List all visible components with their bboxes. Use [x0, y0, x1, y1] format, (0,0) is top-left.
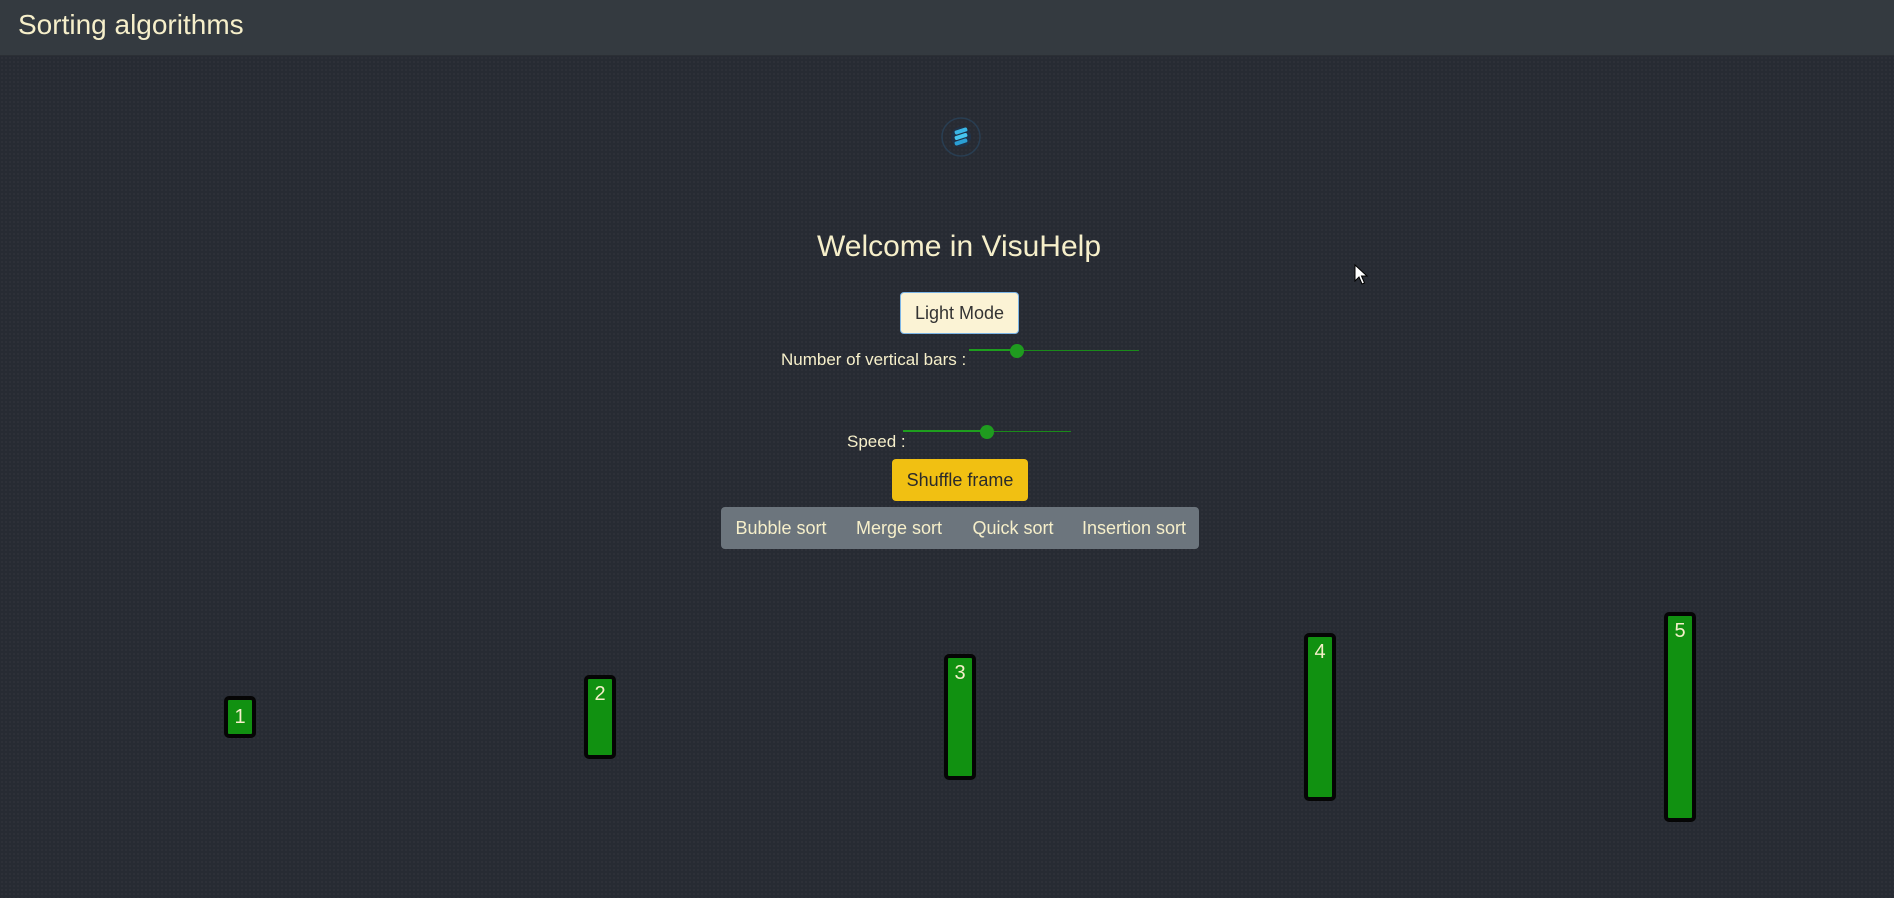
light-mode-button[interactable]: Light Mode: [900, 292, 1019, 334]
speed-label: Speed :: [847, 432, 906, 451]
app-logo-icon: [941, 117, 981, 157]
sort-bar: 1: [224, 696, 256, 738]
bars-count-label: Number of vertical bars :: [781, 350, 967, 369]
sort-bar: 3: [944, 654, 976, 780]
algorithm-button-group: Bubble sort Merge sort Quick sort Insert…: [721, 507, 1199, 549]
slider-thumb[interactable]: [1010, 344, 1024, 358]
sort-bar: 2: [584, 675, 616, 759]
navbar: Sorting algorithms: [0, 0, 1894, 56]
sort-bar: 4: [1304, 633, 1336, 801]
slider-fill: [903, 430, 987, 432]
mouse-cursor-icon: [1354, 264, 1369, 285]
quick-sort-button[interactable]: Quick sort: [957, 507, 1069, 549]
insertion-sort-button[interactable]: Insertion sort: [1069, 507, 1199, 549]
bars-count-slider[interactable]: [969, 343, 1139, 359]
shuffle-frame-button[interactable]: Shuffle frame: [892, 459, 1028, 501]
slider-thumb[interactable]: [980, 425, 994, 439]
merge-sort-button[interactable]: Merge sort: [841, 507, 957, 549]
speed-slider[interactable]: [903, 424, 1071, 440]
app-title: Sorting algorithms: [18, 9, 244, 40]
sort-bar: 5: [1664, 612, 1696, 822]
welcome-heading: Welcome in VisuHelp: [816, 230, 1102, 263]
bubble-sort-button[interactable]: Bubble sort: [721, 507, 841, 549]
